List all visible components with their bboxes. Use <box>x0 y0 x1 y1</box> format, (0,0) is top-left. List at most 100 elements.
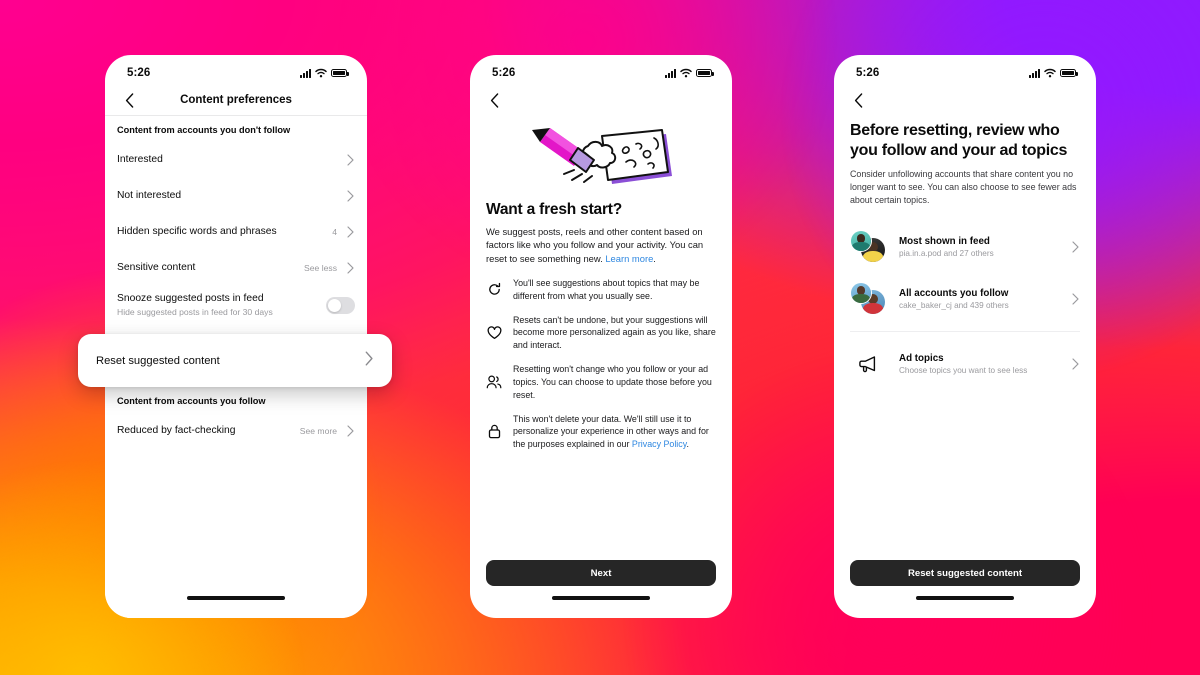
battery-icon <box>1060 68 1078 78</box>
next-button[interactable]: Next <box>486 560 716 586</box>
pencil-erasing-notepad-illustration <box>486 117 716 195</box>
row-snooze-suggested-posts[interactable]: Snooze suggested posts in feed Hide sugg… <box>105 286 367 325</box>
bullet-privacy: This won't delete your data. We'll still… <box>486 413 716 451</box>
chevron-right-icon <box>345 425 355 437</box>
avatar-stack <box>850 230 888 264</box>
chevron-right-icon <box>1070 293 1080 305</box>
people-icon <box>486 375 502 389</box>
phone-review-before-reset: 5:26 Before resetting, review who you fo… <box>834 55 1096 618</box>
wifi-icon <box>1044 68 1056 78</box>
megaphone-icon <box>850 347 888 381</box>
chevron-right-icon <box>365 351 374 371</box>
chevron-right-icon <box>1070 241 1080 253</box>
row-subtitle: cake_baker_cj and 439 others <box>899 301 1009 311</box>
back-button[interactable] <box>484 90 504 110</box>
chevron-right-icon <box>1070 358 1080 370</box>
review-list: Most shown in feed pia.in.a.pod and 27 o… <box>834 221 1096 390</box>
snooze-toggle[interactable] <box>326 297 355 314</box>
bullet-suggestions: You'll see suggestions about topics that… <box>486 277 716 303</box>
row-reduced-by-fact-checking[interactable]: Reduced by fact-checking See more <box>105 413 367 449</box>
row-not-interested[interactable]: Not interested <box>105 178 367 214</box>
page-lede: Consider unfollowing accounts that share… <box>850 169 1077 206</box>
status-bar: 5:26 <box>105 55 367 85</box>
page-heading: Before resetting, review who you follow … <box>850 122 1068 159</box>
cellular-signal-icon <box>665 68 676 78</box>
bullet-follow-unchanged: Resetting won't change who you follow or… <box>486 363 716 401</box>
chevron-left-icon <box>854 92 862 108</box>
row-subtitle: Hide suggested posts in feed for 30 days <box>117 306 273 317</box>
page-lede: We suggest posts, reels and other conten… <box>486 225 716 265</box>
bullet-undo: Resets can't be undone, but your suggest… <box>486 314 716 352</box>
back-button[interactable] <box>848 90 868 110</box>
status-time: 5:26 <box>492 67 516 79</box>
bullet-text: You'll see suggestions about topics that… <box>513 278 700 301</box>
section-header-dont-follow: Content from accounts you don't follow <box>117 125 291 135</box>
reset-suggested-content-card[interactable]: Reset suggested content <box>78 334 392 387</box>
row-value: See less <box>304 263 337 273</box>
avatar <box>850 282 872 305</box>
chevron-right-icon <box>345 226 355 238</box>
row-title: Most shown in feed <box>899 236 990 248</box>
reset-card-label: Reset suggested content <box>96 354 220 367</box>
wifi-icon <box>680 68 692 78</box>
chevron-right-icon <box>345 190 355 202</box>
home-indicator <box>105 596 367 618</box>
lede-tail: . <box>653 252 656 264</box>
avatar-stack <box>850 282 888 316</box>
row-title: Interested <box>117 153 163 165</box>
row-title: Ad topics <box>899 353 944 365</box>
reset-suggested-content-button[interactable]: Reset suggested content <box>850 560 1080 586</box>
back-button[interactable] <box>119 90 139 110</box>
bullet-list: You'll see suggestions about topics that… <box>486 277 716 451</box>
chevron-right-icon <box>345 262 355 274</box>
avatar <box>850 230 872 253</box>
status-time: 5:26 <box>856 67 880 79</box>
row-title: Reduced by fact-checking <box>117 424 236 436</box>
chevron-right-icon <box>345 154 355 166</box>
status-bar: 5:26 <box>470 55 732 85</box>
row-interested[interactable]: Interested <box>105 142 367 178</box>
row-title: Not interested <box>117 189 182 201</box>
row-title: All accounts you follow <box>899 288 1009 300</box>
row-value: See more <box>299 426 337 437</box>
chevron-left-icon <box>490 92 498 108</box>
home-indicator <box>470 596 732 618</box>
row-most-shown-in-feed[interactable]: Most shown in feed pia.in.a.pod and 27 o… <box>834 221 1096 273</box>
row-sensitive-content[interactable]: Sensitive content See less <box>105 250 367 286</box>
nav-bar: Content preferences <box>105 85 367 115</box>
nav-bar <box>834 85 1096 115</box>
row-title: Sensitive content <box>117 261 196 273</box>
phone-fresh-start: 5:26 Want a fresh start? We suggest post… <box>470 55 732 618</box>
status-time: 5:26 <box>127 67 151 79</box>
divider <box>850 331 1080 333</box>
cellular-signal-icon <box>1029 68 1040 78</box>
toggle-knob <box>327 298 341 313</box>
chevron-left-icon <box>125 92 133 108</box>
learn-more-link[interactable]: Learn more <box>605 253 653 264</box>
row-hidden-words[interactable]: Hidden specific words and phrases 4 <box>105 214 367 250</box>
section-header-you-follow: Content from accounts you follow <box>117 396 266 407</box>
row-title: Hidden specific words and phrases <box>117 225 277 237</box>
row-count: 4 <box>332 227 337 237</box>
row-ad-topics[interactable]: Ad topics Choose topics you want to see … <box>834 338 1096 390</box>
lede-text: We suggest posts, reels and other conten… <box>486 226 704 264</box>
cellular-signal-icon <box>300 68 311 78</box>
bullet-text: Resetting won't change who you follow or… <box>513 364 712 400</box>
row-subtitle: Choose topics you want to see less <box>899 366 1028 376</box>
row-all-accounts-you-follow[interactable]: All accounts you follow cake_baker_cj an… <box>834 273 1096 325</box>
heart-icon <box>486 326 502 340</box>
status-bar: 5:26 <box>834 55 1096 85</box>
page-heading: Want a fresh start? <box>486 201 623 218</box>
refresh-icon <box>486 282 502 297</box>
privacy-policy-link[interactable]: Privacy Policy <box>632 439 687 449</box>
home-indicator <box>834 596 1096 618</box>
bullet-text: Resets can't be undone, but your suggest… <box>513 314 716 351</box>
row-subtitle: pia.in.a.pod and 27 others <box>899 249 994 259</box>
bullet-text: This won't delete your data. We'll still… <box>513 413 716 451</box>
bullet-text-tail: . <box>686 439 689 450</box>
battery-icon <box>696 68 714 78</box>
wifi-icon <box>315 68 327 78</box>
lock-icon <box>486 424 502 439</box>
nav-bar <box>470 85 732 115</box>
page-title: Content preferences <box>180 94 292 106</box>
